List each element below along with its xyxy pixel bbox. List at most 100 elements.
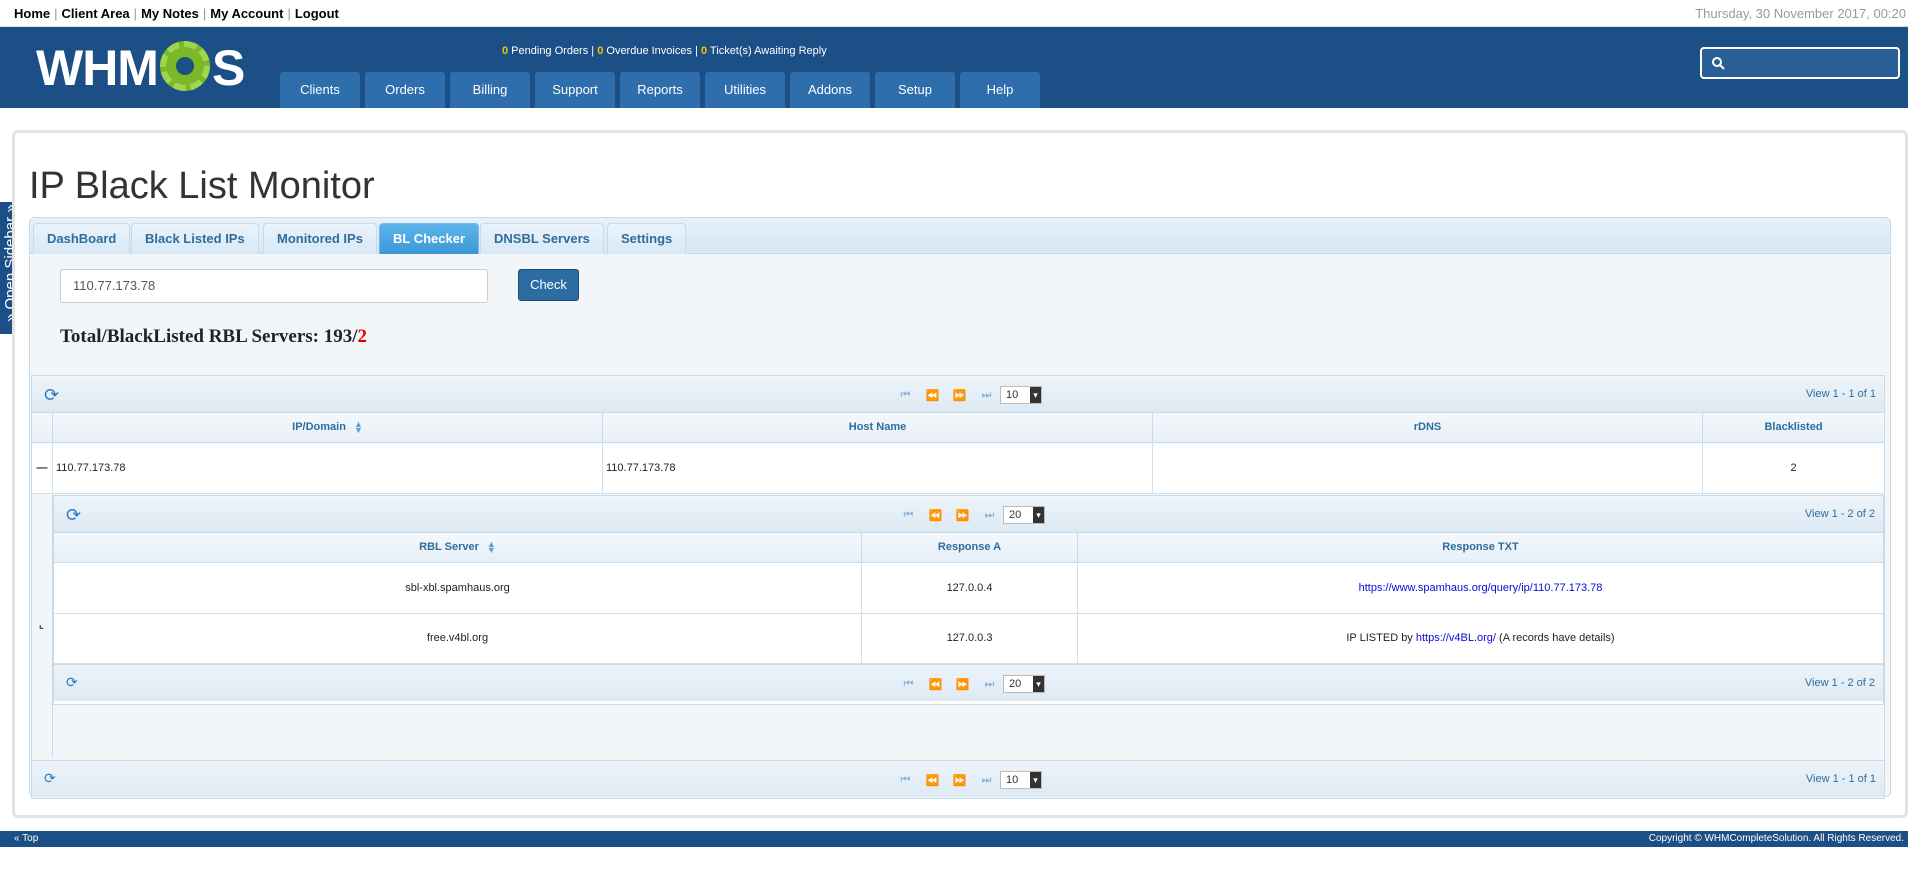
cell-response-a: 127.0.0.4	[862, 564, 1078, 614]
gear-icon	[159, 41, 210, 91]
overdue-invoices-link[interactable]: 0 Overdue Invoices |	[597, 45, 701, 57]
header: WHM S 0 Pending Orders | 0 Overdue Invoic…	[0, 27, 1908, 108]
cell-response-a: 127.0.0.3	[862, 614, 1078, 664]
next-page-icon[interactable]: ⏩	[946, 774, 973, 787]
search-icon	[1712, 57, 1725, 70]
table-row: sbl-xbl.spamhaus.org 127.0.0.4 https://w…	[54, 564, 1883, 614]
grid-header: IP/Domain ▲ ▼ Host Name rDNS Blacklisted	[32, 413, 1884, 443]
table-row: free.v4bl.org 127.0.0.3 IP LISTED by htt…	[54, 614, 1883, 664]
nav-support[interactable]: Support	[535, 72, 615, 108]
first-page-icon[interactable]: ⏮	[892, 774, 919, 787]
subgrid-bottom-pager: ⟳ ⏮ ⏪ ⏩ ⏭ 20 View 1 - 2 of 2	[54, 664, 1883, 701]
next-page-icon[interactable]: ⏩	[946, 389, 973, 402]
cell-rdns	[1153, 444, 1703, 494]
v4bl-link[interactable]: https://v4BL.org/	[1416, 632, 1496, 644]
back-to-top-link[interactable]: « Top	[14, 833, 38, 844]
refresh-icon[interactable]: ⟳	[66, 505, 81, 526]
tab-dashboard[interactable]: DashBoard	[33, 223, 131, 254]
cell-rbl-server: free.v4bl.org	[54, 614, 862, 664]
check-button[interactable]: Check	[518, 269, 579, 301]
view-info: View 1 - 2 of 2	[1804, 677, 1875, 689]
footer: « Top Copyright © WHMCompleteSolution. A…	[0, 831, 1908, 847]
prev-page-icon[interactable]: ⏪	[922, 678, 949, 691]
logo-text-right: S	[211, 40, 245, 96]
ip-grid: ⟳ ⏮ ⏪ ⏩ ⏭ 10 View 1 - 1 of 1 IP/Domain▲▼…	[31, 375, 1885, 799]
tab-dnsbl-servers[interactable]: DNSBL Servers	[480, 223, 604, 254]
cell-ip: 110.77.173.78	[53, 444, 603, 494]
tab-bl-checker[interactable]: BL Checker	[379, 223, 480, 254]
nav-reports[interactable]: Reports	[620, 72, 700, 108]
collapse-row-icon[interactable]: —	[32, 444, 53, 494]
refresh-icon[interactable]: ⟳	[44, 770, 56, 787]
column-response-a[interactable]: Response A	[862, 533, 1078, 563]
top-bar: Home | Client Area | My Notes | My Account | Log…	[0, 0, 1908, 27]
nav-help[interactable]: Help	[960, 72, 1040, 108]
top-link-logout[interactable]: Logout	[295, 6, 339, 21]
sort-icon[interactable]: ▲ ▼	[487, 540, 496, 555]
last-page-icon[interactable]: ⏭	[976, 678, 1003, 691]
nav-addons[interactable]: Addons	[790, 72, 870, 108]
spamhaus-query-link[interactable]: https://www.spamhaus.org/query/ip/110.77…	[1359, 582, 1603, 594]
prev-page-icon[interactable]: ⏪	[919, 774, 946, 787]
nav-clients[interactable]: Clients	[280, 72, 360, 108]
ip-input[interactable]: 110.77.173.78	[60, 269, 488, 303]
nav-setup[interactable]: Setup	[875, 72, 955, 108]
top-link-my-account[interactable]: My Account	[210, 6, 283, 21]
cell-host: 110.77.173.78	[603, 444, 1153, 494]
view-info: View 1 - 1 of 1	[1805, 388, 1876, 400]
sort-icon[interactable]: ▲ ▼	[354, 420, 363, 435]
last-page-icon[interactable]: ⏭	[973, 774, 1000, 787]
rbl-summary: Total/BlackListed RBL Servers: 193/2	[60, 326, 368, 347]
tab-monitored-ips[interactable]: Monitored IPs	[263, 223, 377, 254]
cell-rbl-server: sbl-xbl.spamhaus.org	[54, 564, 862, 614]
whmcs-logo[interactable]: WHM S	[36, 39, 245, 97]
column-blacklisted[interactable]: Blacklisted	[1703, 413, 1884, 443]
column-ip-domain[interactable]: IP/Domain ▲ ▼	[53, 413, 603, 443]
column-host-name[interactable]: Host Name	[603, 413, 1153, 443]
prev-page-icon[interactable]: ⏪	[919, 389, 946, 402]
tickets-awaiting-link[interactable]: 0 Ticket(s) Awaiting Reply	[701, 45, 827, 57]
tab-bar: DashBoard Black Listed IPs Monitored IPs…	[30, 218, 1890, 254]
top-link-my-notes[interactable]: My Notes	[141, 6, 199, 21]
main-nav: Clients Orders Billing Support Reports U…	[280, 72, 1045, 108]
page-size-select[interactable]: 20	[1003, 506, 1045, 524]
nav-orders[interactable]: Orders	[365, 72, 445, 108]
first-page-icon[interactable]: ⏮	[895, 509, 922, 522]
pending-orders-link[interactable]: 0 Pending Orders |	[502, 45, 597, 57]
first-page-icon[interactable]: ⏮	[892, 389, 919, 402]
page-size-select[interactable]: 10	[1000, 386, 1042, 404]
search-input[interactable]	[1700, 47, 1900, 79]
top-link-home[interactable]: Home	[14, 6, 50, 21]
column-response-txt[interactable]: Response TXT	[1078, 533, 1883, 563]
tab-settings[interactable]: Settings	[607, 223, 687, 254]
top-links: Home | Client Area | My Notes | My Account | Log…	[14, 6, 339, 21]
column-rbl-server[interactable]: RBL Server ▲ ▼	[54, 533, 862, 563]
pager-controls: ⏮ ⏪ ⏩ ⏭ 20	[895, 506, 1045, 524]
last-page-icon[interactable]: ⏭	[976, 509, 1003, 522]
top-link-client-area[interactable]: Client Area	[62, 6, 130, 21]
tab-black-listed-ips[interactable]: Black Listed IPs	[131, 223, 259, 254]
nav-billing[interactable]: Billing	[450, 72, 530, 108]
last-page-icon[interactable]: ⏭	[973, 389, 1000, 402]
page-size-select[interactable]: 10	[1000, 771, 1042, 789]
subgrid-header: RBL Server ▲ ▼ Response A Response TXT	[54, 533, 1883, 563]
grid-top-pager: ⟳ ⏮ ⏪ ⏩ ⏭ 10 View 1 - 1 of 1	[32, 376, 1884, 413]
prev-page-icon[interactable]: ⏪	[922, 509, 949, 522]
cell-blacklisted: 2	[1790, 462, 1797, 474]
subgrid-corner-icon: ⌞	[39, 620, 44, 631]
first-page-icon[interactable]: ⏮	[895, 678, 922, 691]
subgrid-top-pager: ⟳ ⏮ ⏪ ⏩ ⏭ 20 View 1 - 2 of 2	[54, 496, 1883, 533]
header-stats: 0 Pending Orders | 0 Overdue Invoices | …	[502, 45, 827, 57]
nav-utilities[interactable]: Utilities	[705, 72, 785, 108]
column-rdns[interactable]: rDNS	[1153, 413, 1703, 443]
next-page-icon[interactable]: ⏩	[949, 509, 976, 522]
next-page-icon[interactable]: ⏩	[949, 678, 976, 691]
subgrid-indent: ⌞	[32, 495, 53, 757]
refresh-icon[interactable]: ⟳	[66, 674, 78, 691]
refresh-icon[interactable]: ⟳	[44, 385, 59, 406]
view-info: View 1 - 2 of 2	[1804, 508, 1875, 520]
page-size-select[interactable]: 20	[1003, 675, 1045, 693]
view-info: View 1 - 1 of 1	[1805, 773, 1876, 785]
logo-text-left: WHM	[36, 40, 159, 96]
pager-controls: ⏮ ⏪ ⏩ ⏭ 10	[892, 386, 1042, 404]
